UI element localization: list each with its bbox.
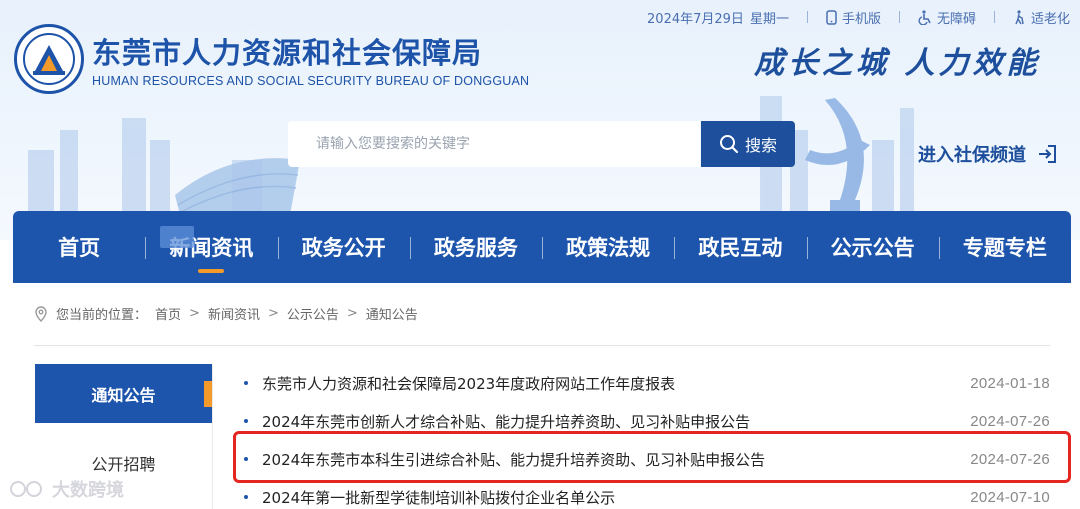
article-title[interactable]: 2024年东莞市本科生引进综合补贴、能力提升培养资助、见习补贴申报公告 [262, 449, 970, 470]
weekday-text: 星期一 [749, 11, 789, 27]
social-security-channel-label: 进入社保频道 [918, 145, 1026, 166]
exit-arrow-icon [1039, 145, 1056, 163]
site-name-cn: 东莞市人力资源和社会保障局 [92, 36, 483, 70]
article-date: 2024-01-18 [970, 374, 1050, 392]
divider [34, 345, 1050, 346]
divider [993, 11, 995, 23]
breadcrumb-news[interactable]: 新闻资讯 [208, 304, 260, 323]
nav-policies[interactable]: 政策法规 [542, 211, 674, 283]
bullet [244, 495, 248, 499]
accessibility-link[interactable]: 无障碍 [918, 8, 976, 27]
search-button-label: 搜索 [744, 136, 777, 155]
date-text: 2024年7月29日 [647, 11, 744, 27]
breadcrumb-separator: > [267, 306, 279, 321]
list-item[interactable]: 东莞市人力资源和社会保障局2023年度政府网站工作年度报表 2024-01-18 [244, 364, 1050, 402]
article-title[interactable]: 东莞市人力资源和社会保障局2023年度政府网站工作年度报表 [262, 373, 970, 394]
search-input[interactable]: 请输入您要搜索的关键字 [288, 121, 700, 167]
location-pin-icon [35, 305, 47, 322]
bullet [244, 419, 248, 423]
sidebar-item-recruitment[interactable]: 公开招聘 [35, 446, 212, 480]
mobile-version-label: 手机版 [841, 11, 881, 27]
emblem-icon [14, 24, 84, 94]
current-date: 2024年7月29日 星期一 [647, 8, 789, 27]
top-utility-bar: 2024年7月29日 星期一 手机版 无障碍 适老化 [647, 6, 1070, 28]
breadcrumb-home[interactable]: 首页 [155, 304, 181, 323]
article-date: 2024-07-26 [970, 450, 1050, 468]
nav-decoration [160, 226, 194, 248]
watermark: 大数跨境 [8, 476, 124, 502]
nav-home[interactable]: 首页 [13, 211, 145, 283]
elderly-mode-label: 适老化 [1030, 11, 1070, 27]
wheelchair-icon [918, 9, 931, 25]
breadcrumb-separator: > [189, 306, 200, 321]
article-title[interactable]: 2024年东莞市创新人才综合补贴、能力提升培养资助、见习补贴申报公告 [262, 411, 970, 432]
sidebar-border [212, 364, 213, 509]
article-list: 东莞市人力资源和社会保障局2023年度政府网站工作年度报表 2024-01-18… [244, 364, 1050, 509]
site-header: 2024年7月29日 星期一 手机版 无障碍 适老化 东莞市人力资源和社会保障局… [0, 0, 1080, 240]
mobile-version-link[interactable]: 手机版 [826, 8, 881, 27]
divider [898, 11, 900, 23]
watermark-logo-icon [10, 481, 42, 497]
nav-interaction[interactable]: 政民互动 [674, 211, 806, 283]
elderly-mode-link[interactable]: 适老化 [1013, 8, 1070, 27]
article-title[interactable]: 2024年第一批新型学徒制培训补贴拨付企业名单公示 [262, 487, 970, 508]
nav-announcements[interactable]: 公示公告 [806, 211, 939, 283]
site-name-en: HUMAN RESOURCES AND SOCIAL SECURITY BURE… [92, 74, 530, 88]
bullet [244, 457, 248, 461]
list-item[interactable]: 2024年东莞市创新人才综合补贴、能力提升培养资助、见习补贴申报公告 2024-… [244, 402, 1050, 440]
elderly-person-icon [1015, 9, 1024, 24]
breadcrumb-separator: > [346, 306, 358, 321]
bullet [244, 381, 248, 385]
article-date: 2024-07-10 [970, 488, 1050, 506]
list-item[interactable]: 2024年东莞市本科生引进综合补贴、能力提升培养资助、见习补贴申报公告 2024… [244, 440, 1050, 478]
site-logo[interactable]: 东莞市人力资源和社会保障局 HUMAN RESOURCES AND SOCIAL… [14, 24, 529, 94]
breadcrumb-label: 您当前的位置： [56, 308, 148, 323]
nav-special-topics[interactable]: 专题专栏 [938, 211, 1071, 283]
social-security-channel-link[interactable]: 进入社保频道 [918, 141, 1058, 167]
mobile-phone-icon [826, 9, 837, 25]
sidebar-item-notices[interactable]: 通知公告 [35, 364, 212, 423]
breadcrumb: 您当前的位置： 首页 > 新闻资讯 > 公示公告 > 通知公告 [34, 304, 418, 323]
divider [806, 11, 808, 23]
article-date: 2024-07-26 [970, 412, 1050, 430]
sidebar-active-marker [204, 381, 212, 407]
city-slogan: 成长之城 人力效能 [754, 46, 1041, 81]
list-item[interactable]: 2024年第一批新型学徒制培训补贴拨付企业名单公示 2024-07-10 [244, 478, 1050, 509]
watermark-text: 大数跨境 [52, 480, 124, 501]
nav-gov-affairs-open[interactable]: 政务公开 [277, 211, 410, 283]
breadcrumb-notices[interactable]: 通知公告 [366, 304, 418, 323]
accessibility-label: 无障碍 [936, 11, 976, 27]
breadcrumb-announcements[interactable]: 公示公告 [287, 304, 339, 323]
nav-gov-services[interactable]: 政务服务 [409, 211, 542, 283]
search-icon [719, 135, 739, 154]
search-button[interactable]: 搜索 [701, 121, 795, 167]
